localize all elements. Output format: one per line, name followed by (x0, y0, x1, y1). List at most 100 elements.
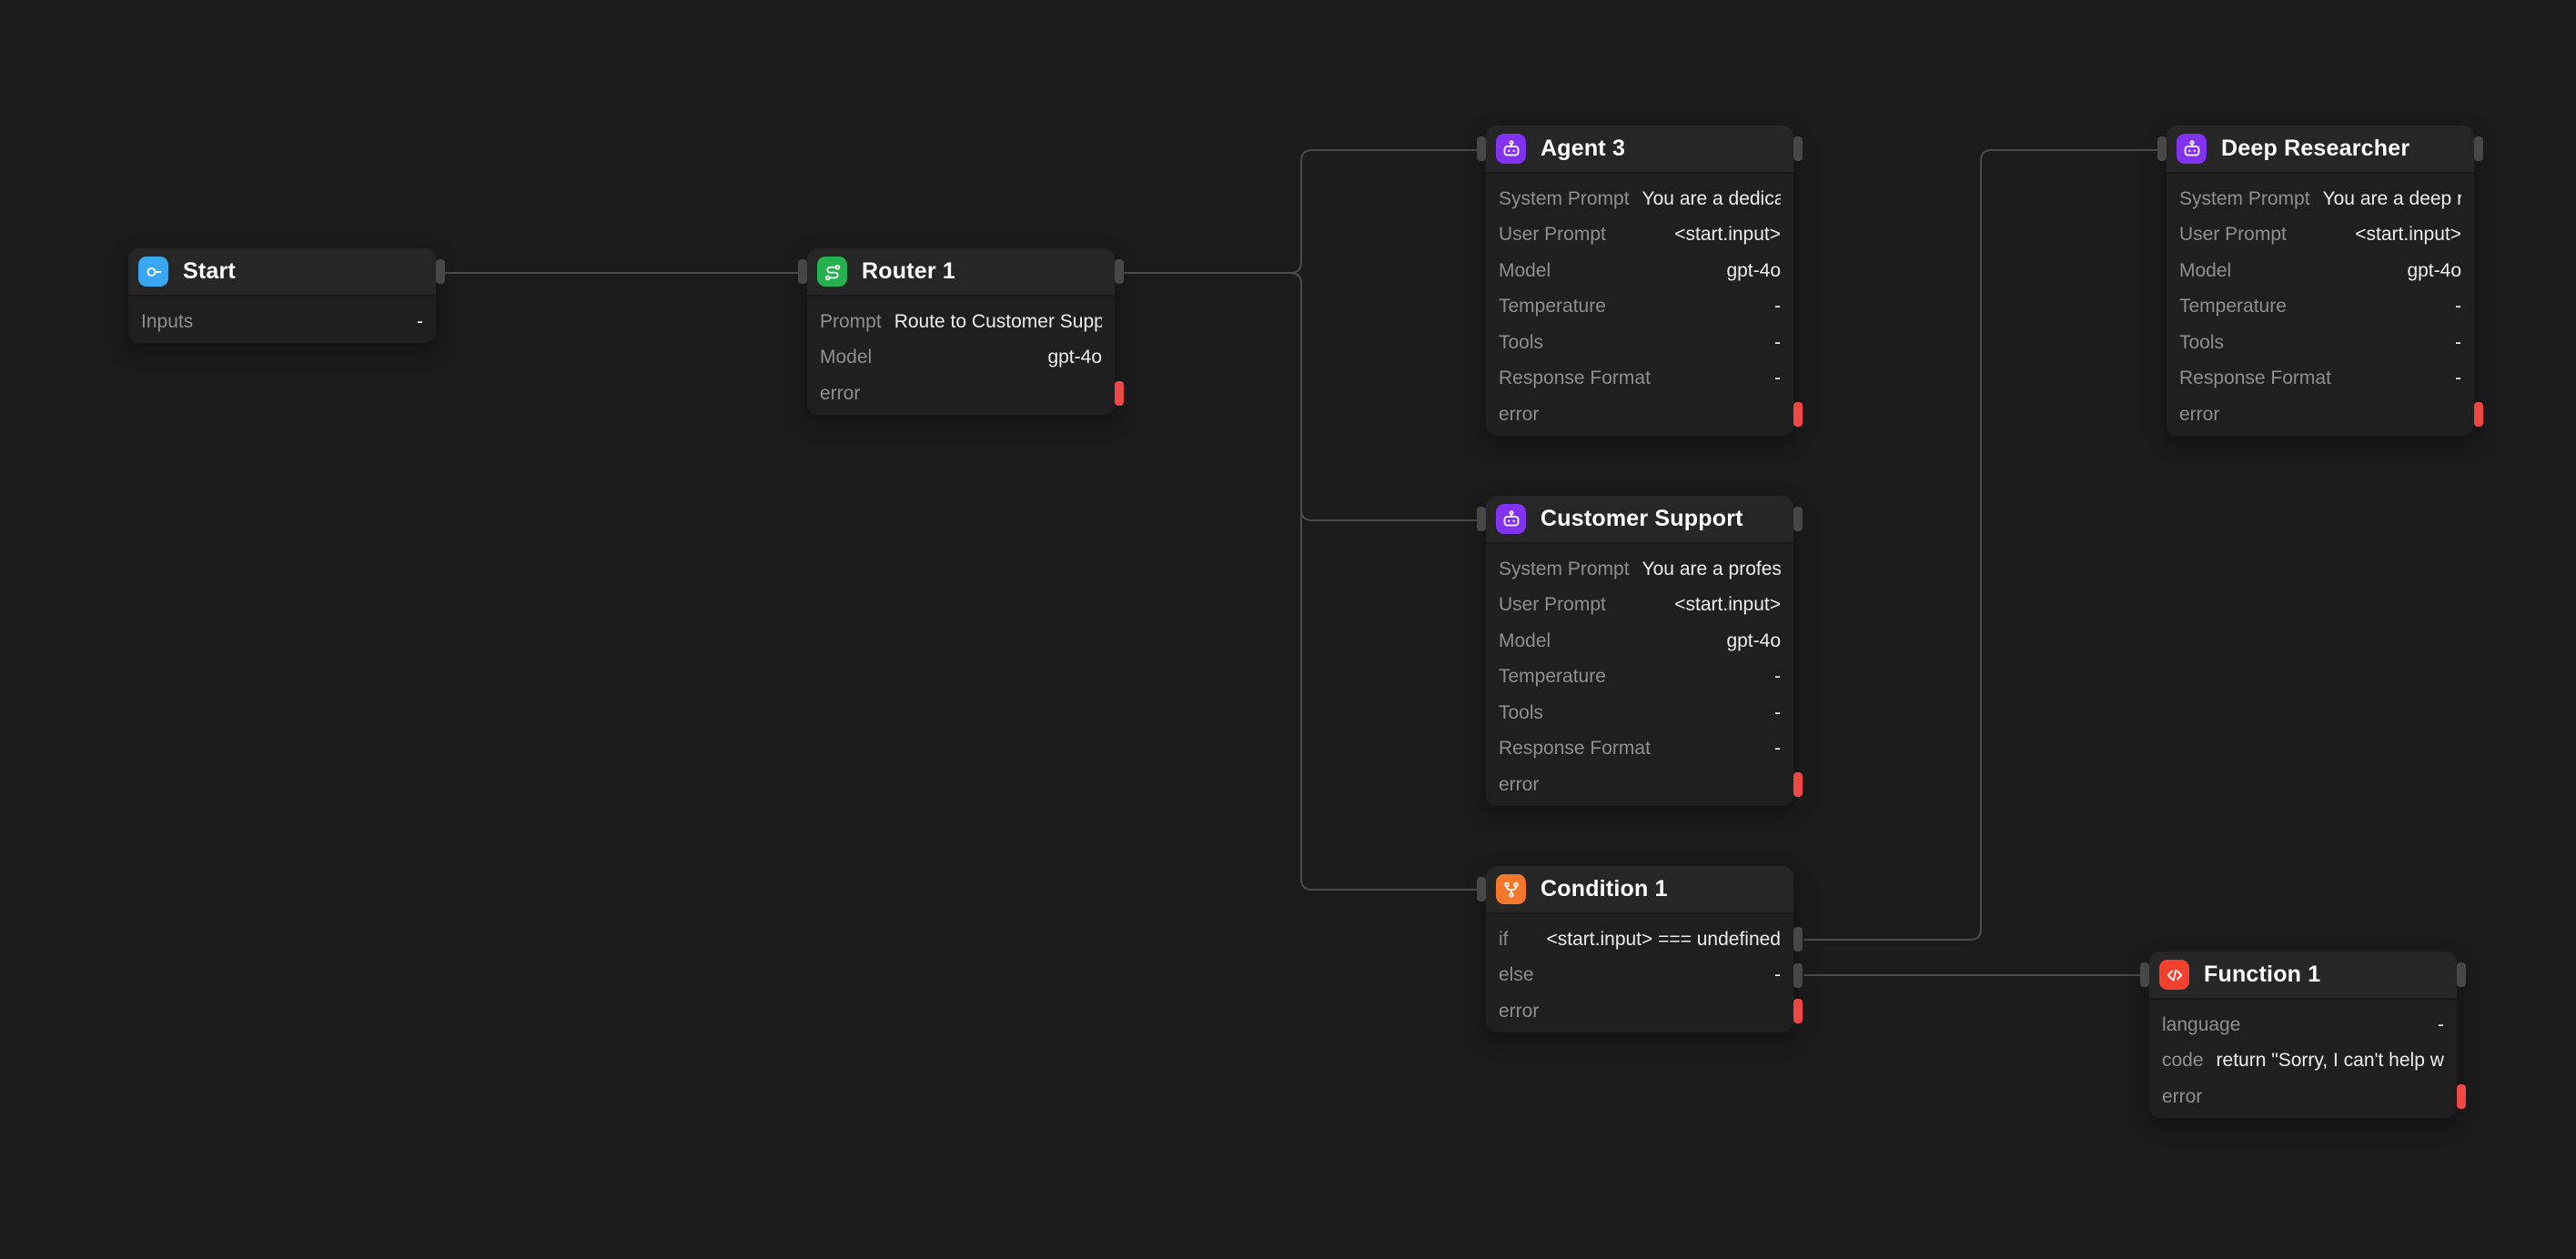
row-error[interactable]: error (2149, 1079, 2457, 1115)
row-value: <start.input> === undefined (1521, 929, 1782, 951)
row-temperature[interactable]: Temperature - (1486, 660, 1793, 696)
node-condition-1[interactable]: Condition 1 if <start.input> === undefin… (1486, 866, 1793, 1032)
row-value: You are a dedicate… (1642, 188, 1781, 210)
node-start-header[interactable]: Start (128, 248, 436, 297)
edge-condition1-if-deep-researcher[interactable] (1803, 150, 2157, 940)
output-port[interactable] (1115, 259, 1124, 284)
row-model[interactable]: Model gpt-4o (807, 340, 1115, 377)
edge-router1-condition1[interactable] (1123, 273, 1477, 890)
start-icon (138, 257, 168, 287)
output-port[interactable] (1793, 507, 1803, 531)
error-port[interactable] (1793, 999, 1803, 1023)
row-label: Response Format (1499, 368, 1651, 389)
row-label: if (1499, 929, 1509, 951)
row-inputs[interactable]: Inputs - (128, 304, 436, 340)
row-error[interactable]: error (2167, 397, 2474, 433)
row-response-format[interactable]: Response Format - (1486, 731, 1793, 768)
error-port[interactable] (1793, 402, 1803, 427)
row-tools[interactable]: Tools - (2167, 325, 2474, 361)
row-value: <start.input> (1619, 594, 1781, 616)
row-temperature[interactable]: Temperature - (1486, 289, 1793, 326)
row-error[interactable]: error (1486, 767, 1793, 803)
node-title: Condition 1 (1541, 876, 1668, 902)
edge-router1-agent3[interactable] (1123, 150, 1477, 273)
row-model[interactable]: Model gpt-4o (1486, 253, 1793, 289)
row-value: - (1663, 738, 1781, 760)
row-label: code (2162, 1050, 2204, 1072)
row-response-format[interactable]: Response Format - (2167, 361, 2474, 398)
row-if[interactable]: if <start.input> === undefined (1486, 922, 1793, 958)
node-deep-researcher[interactable]: Deep Researcher System Prompt You are a … (2167, 126, 2474, 436)
row-tools[interactable]: Tools - (1486, 695, 1793, 731)
output-port[interactable] (1793, 136, 1803, 161)
input-port[interactable] (1477, 507, 1486, 531)
row-code[interactable]: code return "Sorry, I can't help with … (2149, 1043, 2457, 1080)
output-port[interactable] (436, 259, 445, 284)
row-label: error (1499, 774, 1539, 796)
row-temperature[interactable]: Temperature - (2167, 289, 2474, 326)
row-else[interactable]: else - (1486, 958, 1793, 994)
row-model[interactable]: Model gpt-4o (2167, 253, 2474, 289)
row-error[interactable]: error (1486, 397, 1793, 433)
row-user-prompt[interactable]: User Prompt <start.input> (1486, 588, 1793, 624)
row-label: Model (1499, 260, 1551, 282)
row-label: User Prompt (1499, 224, 1606, 246)
error-port[interactable] (2457, 1084, 2466, 1109)
row-tools[interactable]: Tools - (1486, 325, 1793, 361)
row-user-prompt[interactable]: User Prompt <start.input> (1486, 217, 1793, 254)
row-model[interactable]: Model gpt-4o (1486, 623, 1793, 660)
row-error[interactable]: error (807, 376, 1115, 412)
row-label: Temperature (1499, 666, 1606, 688)
row-system-prompt[interactable]: System Prompt You are a professio… (1486, 551, 1793, 588)
node-deep-researcher-header[interactable]: Deep Researcher (2167, 126, 2474, 174)
edge-router1-customer-support[interactable] (1123, 273, 1477, 520)
output-port[interactable] (2457, 962, 2466, 987)
node-condition-1-header[interactable]: Condition 1 (1486, 866, 1793, 914)
else-output-port[interactable] (1793, 963, 1803, 988)
row-label: Response Format (2179, 368, 2331, 389)
row-user-prompt[interactable]: User Prompt <start.input> (2167, 217, 2474, 254)
if-output-port[interactable] (1793, 927, 1803, 952)
node-title: Router 1 (862, 258, 955, 285)
row-label: Inputs (141, 311, 193, 333)
node-title: Agent 3 (1541, 136, 1625, 162)
error-port[interactable] (1793, 772, 1803, 797)
row-value: - (2253, 1014, 2444, 1036)
node-function-1-header[interactable]: Function 1 (2149, 952, 2457, 1000)
router-icon (817, 257, 847, 287)
node-customer-support-header[interactable]: Customer Support (1486, 496, 1793, 544)
error-port[interactable] (2474, 402, 2483, 427)
input-port[interactable] (1477, 877, 1486, 901)
row-value: - (1619, 666, 1781, 688)
row-label: language (2162, 1014, 2240, 1036)
node-agent-3-header[interactable]: Agent 3 (1486, 126, 1793, 174)
node-title: Deep Researcher (2221, 136, 2409, 162)
row-label: Response Format (1499, 738, 1651, 760)
row-label: Tools (1499, 702, 1543, 724)
node-router-1[interactable]: Router 1 Prompt Route to Customer Suppo…… (807, 248, 1115, 415)
node-agent-3[interactable]: Agent 3 System Prompt You are a dedicate… (1486, 126, 1793, 436)
row-label: System Prompt (1499, 559, 1630, 580)
row-response-format[interactable]: Response Format - (1486, 361, 1793, 398)
output-port[interactable] (2474, 136, 2483, 161)
row-label: System Prompt (1499, 188, 1630, 210)
row-system-prompt[interactable]: System Prompt You are a dedicate… (1486, 181, 1793, 217)
node-function-1[interactable]: Function 1 language - code return "Sorry… (2149, 952, 2457, 1118)
row-label: Model (1499, 630, 1551, 652)
row-label: Temperature (2179, 296, 2287, 317)
row-language[interactable]: language - (2149, 1007, 2457, 1043)
input-port[interactable] (2140, 962, 2149, 987)
row-prompt[interactable]: Prompt Route to Customer Suppo… (807, 304, 1115, 340)
input-port[interactable] (2157, 136, 2167, 161)
row-label: Prompt (820, 311, 882, 333)
input-port[interactable] (798, 259, 807, 284)
node-customer-support[interactable]: Customer Support System Prompt You are a… (1486, 496, 1793, 806)
row-error[interactable]: error (1486, 993, 1793, 1030)
input-port[interactable] (1477, 136, 1486, 161)
node-router-1-header[interactable]: Router 1 (807, 248, 1115, 297)
row-system-prompt[interactable]: System Prompt You are a deep res… (2167, 181, 2474, 217)
error-port[interactable] (1115, 381, 1124, 406)
node-start[interactable]: Start Inputs - (128, 248, 436, 343)
code-icon (2159, 960, 2189, 990)
workflow-canvas[interactable]: { "canvas": { "background_color": "#1b1b… (0, 0, 2576, 1259)
